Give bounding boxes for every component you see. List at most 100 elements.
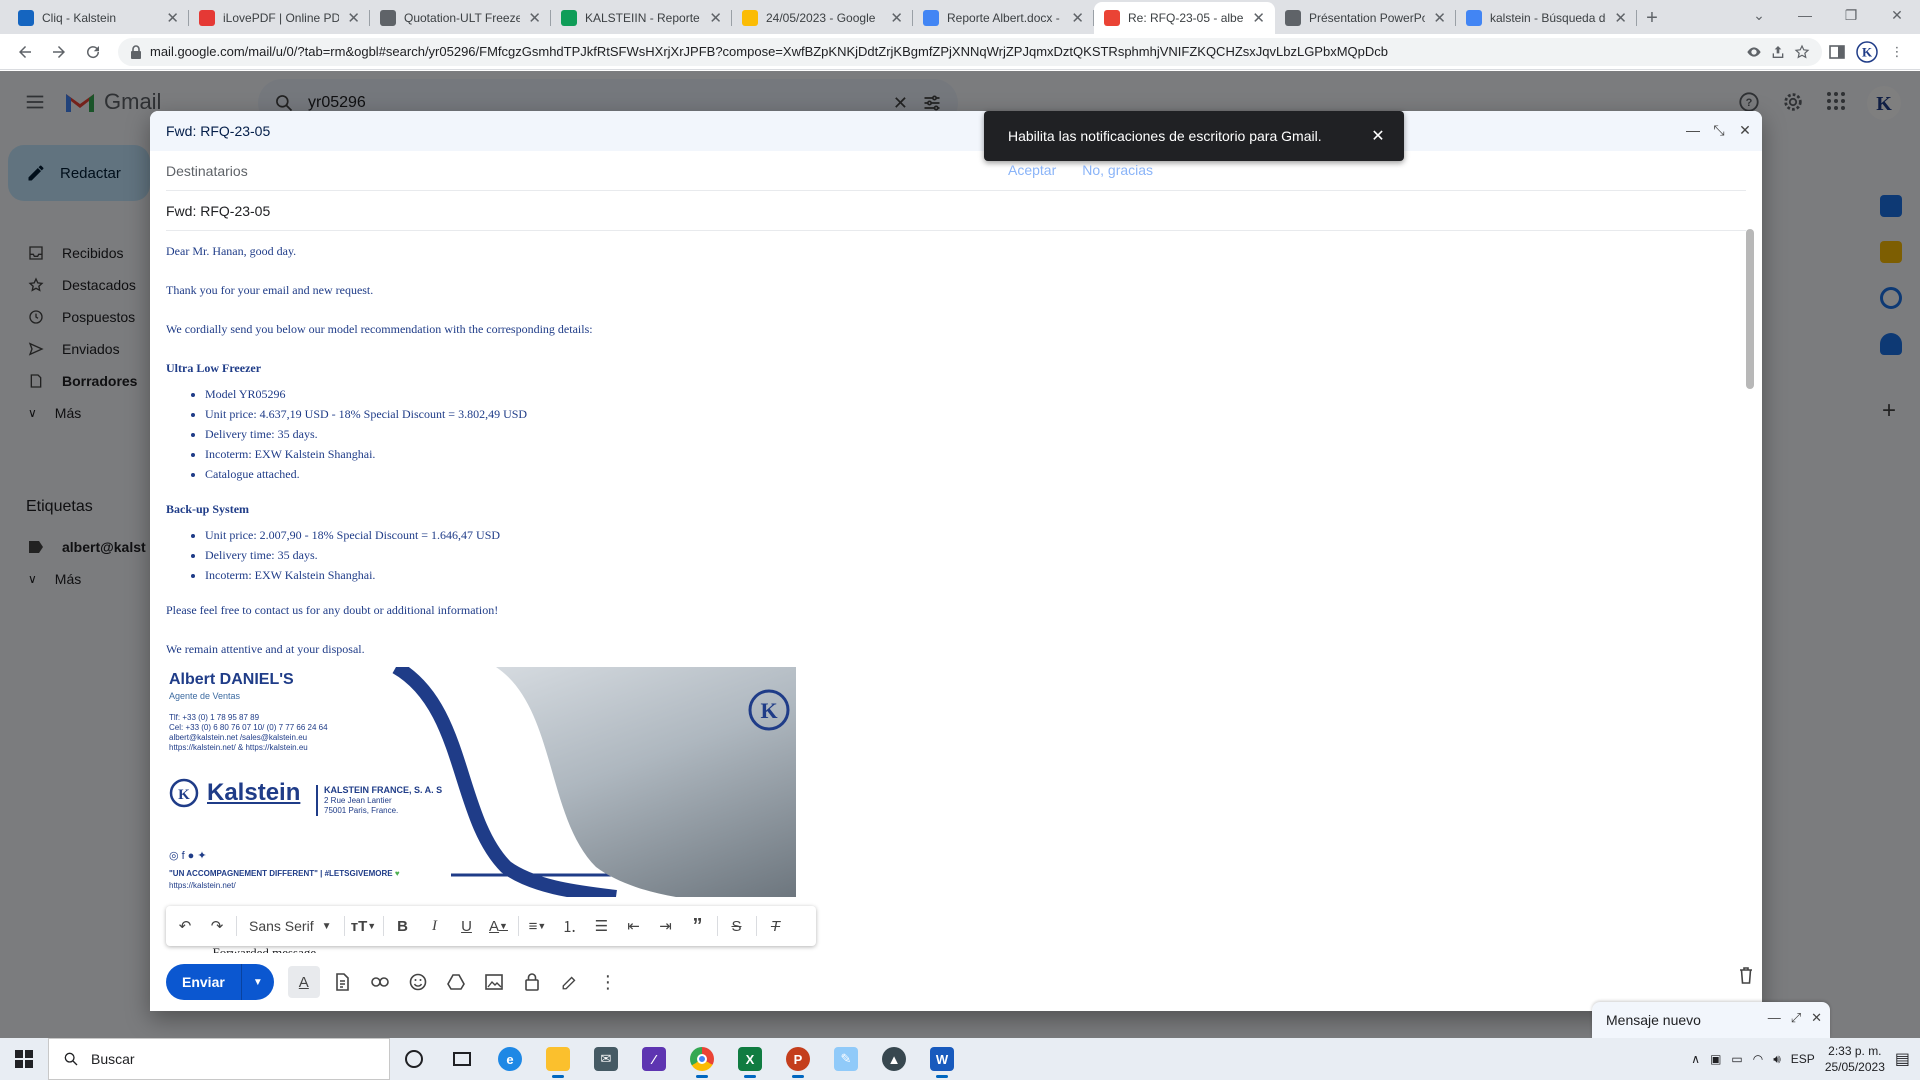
recipients-field[interactable]: Destinatarios: [166, 151, 1746, 191]
signature-pen-icon[interactable]: [554, 966, 586, 998]
meet-now-icon[interactable]: ▣: [1710, 1052, 1721, 1066]
close-icon[interactable]: ✕: [1368, 126, 1388, 146]
volume-icon[interactable]: 🔊︎: [1773, 1052, 1781, 1067]
compose-header[interactable]: Fwd: RFQ-23-05 — ⤡ ✕: [150, 111, 1762, 151]
redo-icon[interactable]: ↷: [204, 912, 230, 940]
more-options-icon[interactable]: ⋮: [592, 966, 624, 998]
tab-close-icon[interactable]: ✕: [1252, 9, 1265, 27]
font-family-select[interactable]: Sans Serif ▼: [243, 912, 338, 940]
task-view-icon[interactable]: [438, 1038, 486, 1080]
close-icon[interactable]: ✕: [1736, 121, 1754, 139]
snipping-tool-icon[interactable]: ▲: [870, 1038, 918, 1080]
file-explorer-icon[interactable]: [534, 1038, 582, 1080]
tab-close-icon[interactable]: ✕: [890, 9, 903, 27]
tab-close-icon[interactable]: ✕: [1071, 9, 1084, 27]
browser-menu-icon[interactable]: ⋮: [1882, 37, 1912, 67]
twitter-icon[interactable]: ✦: [197, 850, 209, 862]
body-scrollbar[interactable]: [1746, 229, 1754, 389]
insert-link-icon[interactable]: [364, 966, 396, 998]
close-window-button[interactable]: ✕: [1874, 0, 1920, 30]
browser-tab[interactable]: Présentation PowerPo ✕: [1275, 2, 1456, 34]
notifications-icon[interactable]: ▤: [1895, 1049, 1910, 1069]
numbered-list-icon[interactable]: ⒈: [557, 912, 583, 940]
browser-tab[interactable]: kalstein - Búsqueda de ✕: [1456, 2, 1637, 34]
drive-icon[interactable]: [440, 966, 472, 998]
emoji-icon[interactable]: [402, 966, 434, 998]
confidential-mode-icon[interactable]: [516, 966, 548, 998]
strikethrough-icon[interactable]: S: [724, 912, 750, 940]
tab-close-icon[interactable]: ✕: [1433, 9, 1446, 27]
battery-icon[interactable]: ▭: [1731, 1052, 1742, 1066]
word-icon[interactable]: W: [918, 1038, 966, 1080]
formatting-options-icon[interactable]: A: [287, 966, 320, 998]
cortana-icon[interactable]: [390, 1038, 438, 1080]
tab-close-icon[interactable]: ✕: [166, 9, 179, 27]
language-indicator[interactable]: ESP: [1791, 1052, 1815, 1066]
mail-app-icon[interactable]: ✉: [582, 1038, 630, 1080]
accept-notifications-link[interactable]: Aceptar: [1008, 162, 1056, 178]
send-button[interactable]: Enviar ▼: [166, 964, 274, 1000]
bookmark-star-icon[interactable]: [1794, 44, 1810, 60]
restore-window-button[interactable]: ❐: [1828, 0, 1874, 30]
reload-button[interactable]: [76, 37, 110, 67]
browser-tab[interactable]: Cliq - Kalstein ✕: [8, 2, 189, 34]
powerpoint-icon[interactable]: P: [774, 1038, 822, 1080]
insert-photo-icon[interactable]: [478, 966, 510, 998]
tab-close-icon[interactable]: ✕: [709, 9, 722, 27]
browser-tab[interactable]: iLovePDF | Online PDF ✕: [189, 2, 370, 34]
subject-field[interactable]: Fwd: RFQ-23-05: [166, 191, 1746, 231]
share-icon[interactable]: [1770, 44, 1786, 60]
minimize-icon[interactable]: —: [1768, 1010, 1781, 1026]
eye-icon[interactable]: [1746, 44, 1762, 60]
browser-tab[interactable]: KALSTEIIN - Reporte G ✕: [551, 2, 732, 34]
tab-search-icon[interactable]: ⌄: [1736, 0, 1782, 30]
forward-button[interactable]: [42, 37, 76, 67]
exit-fullscreen-icon[interactable]: ⤡: [1710, 121, 1728, 139]
side-panel-icon[interactable]: [1822, 37, 1852, 67]
youtube-icon[interactable]: ●: [188, 850, 198, 862]
message-body[interactable]: Dear Mr. Hanan, good day. Thank you for …: [166, 231, 1742, 936]
windows-start-icon[interactable]: [0, 1038, 48, 1080]
tab-close-icon[interactable]: ✕: [1614, 9, 1627, 27]
new-message-minimized[interactable]: Mensaje nuevo — ⤢ ✕: [1592, 1002, 1830, 1038]
show-hidden-icons-icon[interactable]: ∧: [1691, 1052, 1700, 1066]
bulleted-list-icon[interactable]: ☰: [589, 912, 615, 940]
url-bar[interactable]: mail.google.com/mail/u/0/?tab=rm&ogbl#se…: [118, 37, 1822, 66]
text-size-icon[interactable]: тT ▼: [351, 912, 377, 940]
undo-icon[interactable]: ↶: [172, 912, 198, 940]
discard-draft-icon[interactable]: [1738, 966, 1754, 984]
decline-notifications-link[interactable]: No, gracias: [1082, 162, 1153, 178]
italic-icon[interactable]: I: [422, 912, 448, 940]
minimize-window-button[interactable]: —: [1782, 0, 1828, 30]
quote-icon[interactable]: ”: [685, 912, 711, 940]
browser-tab[interactable]: Reporte Albert.docx - ✕: [913, 2, 1094, 34]
wifi-icon[interactable]: ◠: [1753, 1052, 1763, 1066]
taskbar-search-box[interactable]: Buscar: [48, 1038, 390, 1080]
browser-tab[interactable]: Quotation-ULT Freezer ✕: [370, 2, 551, 34]
remove-formatting-icon[interactable]: T: [763, 912, 789, 940]
excel-icon[interactable]: X: [726, 1038, 774, 1080]
align-icon[interactable]: ≡ ▼: [525, 912, 551, 940]
profile-avatar-icon[interactable]: K: [1852, 37, 1882, 67]
instagram-icon[interactable]: ◎: [169, 850, 182, 862]
underline-icon[interactable]: U: [454, 912, 480, 940]
browser-tab[interactable]: 24/05/2023 - Google ✕: [732, 2, 913, 34]
chrome-icon[interactable]: [678, 1038, 726, 1080]
taskbar-clock[interactable]: 2:33 p. m. 25/05/2023: [1825, 1043, 1885, 1075]
indent-more-icon[interactable]: ⇥: [653, 912, 679, 940]
send-options-icon[interactable]: ▼: [242, 977, 274, 988]
bold-icon[interactable]: B: [390, 912, 416, 940]
indent-less-icon[interactable]: ⇤: [621, 912, 647, 940]
browser-tab[interactable]: Re: RFQ-23-05 - alber ✕: [1094, 2, 1275, 34]
tab-close-icon[interactable]: ✕: [528, 9, 541, 27]
bill-app-icon[interactable]: ⁄: [630, 1038, 678, 1080]
paint-icon[interactable]: ✎: [822, 1038, 870, 1080]
close-icon[interactable]: ✕: [1811, 1010, 1822, 1026]
attach-file-icon[interactable]: [326, 966, 358, 998]
back-button[interactable]: [8, 37, 42, 67]
minimize-icon[interactable]: —: [1684, 121, 1702, 139]
fullscreen-icon[interactable]: ⤢: [1791, 1010, 1801, 1026]
text-color-icon[interactable]: A ▼: [486, 912, 512, 940]
new-tab-button[interactable]: +: [1637, 2, 1667, 34]
edge-icon[interactable]: e: [486, 1038, 534, 1080]
